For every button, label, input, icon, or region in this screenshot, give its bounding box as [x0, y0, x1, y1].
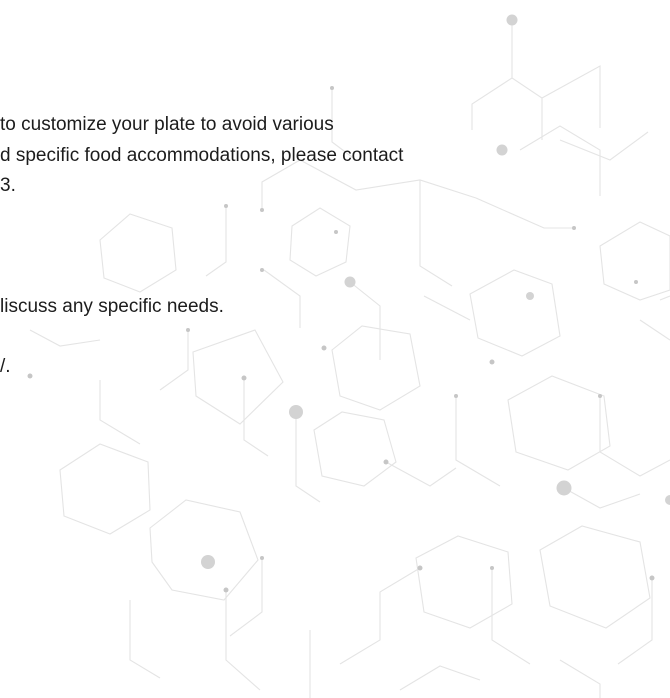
paragraph-two-line-1: liscuss any specific needs. — [0, 296, 224, 317]
paragraph-two-line-2: /. — [0, 356, 11, 377]
paragraph-one-line-3: 3. — [0, 175, 16, 196]
hexagon-network-background — [27, 14, 670, 698]
hexagon-outlines — [59, 207, 670, 629]
paragraph-one-line-2: d specific food accommodations, please c… — [0, 145, 404, 166]
paragraph-one-line-1: to customize your plate to avoid various — [0, 114, 334, 135]
document-page: to customize your plate to avoid various… — [0, 0, 670, 698]
